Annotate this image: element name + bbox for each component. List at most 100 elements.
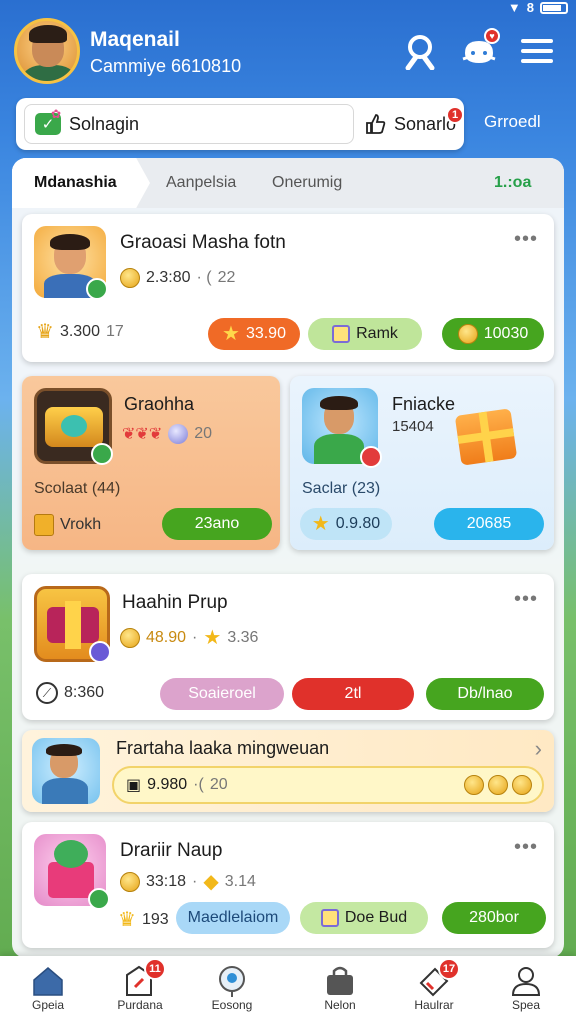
more-icon[interactable]: ••• [514,588,538,611]
search-input[interactable]: ✓ ✿ Solnagin [24,104,354,144]
star-icon: ★ [311,513,330,535]
gift-icon [454,408,518,466]
box-icon [320,909,339,927]
group-link[interactable]: Grroedl [484,112,541,132]
card-action-3[interactable]: 10030 [442,318,544,350]
card-action-3[interactable]: Db/lnao [426,678,544,710]
ticket-icon: ▣ [126,777,142,794]
card-price: 48.90 [146,629,187,646]
card-action-1[interactable]: ★ 33.90 [208,318,300,350]
nav-item-profile[interactable]: Spea [486,956,566,1024]
coin-icon [120,268,140,288]
card-secondary: 22 [217,269,236,286]
card-action-1[interactable]: Maedlelaiom [176,902,290,934]
bottom-tab-bar: Gpeia 11 Purdana Eosong Nelon 17 Haulrar… [0,956,576,1024]
nav-badge: 11 [144,958,166,980]
card-score: 8:360 [64,684,105,701]
tab-onerumig[interactable]: Onerumig [272,158,342,208]
app-header: Maqenail Cammiye 6610810 ♥ [0,12,576,88]
card-action-3[interactable]: 280bor [442,902,546,934]
star-icon: ★ [222,323,240,345]
card-action-1[interactable]: Soaieroel [160,678,284,710]
card-action-2[interactable]: Ramk [308,318,422,350]
promo-banner[interactable]: Frartaha laaka mingweuan › ▣ 9.980 ·(20 [22,730,554,812]
sort-badge: 1 [446,106,464,124]
username: Maqenail [90,28,180,51]
sort-button[interactable]: Sonarlo 1 [364,104,464,144]
card-score: 193 [141,911,169,928]
card-price: 33:18 [146,873,187,890]
coin-icon [120,872,140,892]
profile-icon [508,964,544,998]
nav-item-nelon[interactable]: Nelon [300,956,380,1024]
chest-thumbnail [34,388,113,465]
nav-item-eosong[interactable]: Eosong [192,956,272,1024]
chevron-right-icon[interactable]: › [535,736,542,762]
check-icon: ✓ ✿ [35,107,61,135]
nav-badge: 17 [438,958,460,980]
avatar-thumbnail [302,388,382,468]
search-bar: ✓ ✿ Solnagin Sonarlo 1 [16,98,464,150]
thumbs-up-icon [366,114,386,134]
avatar[interactable] [14,18,80,84]
gems-icon: ❦❦❦ [122,426,163,443]
bag-icon [322,964,358,998]
card-title: Drariir Naup [120,840,223,861]
card-title: Fniacke [392,394,456,414]
crown-icon: ♛ [36,321,54,343]
card-title: Graoasi Masha fotn [120,232,286,253]
content-panel: Mdanashia Aanpelsia Onerumig 1.:oa Graoa… [12,158,564,958]
notifications-icon[interactable]: ♥ [458,28,500,72]
nav-item-home[interactable]: Gpeia [8,956,88,1024]
clock-icon: ⟋ [36,682,58,704]
feature-card-left[interactable]: Graohha ❦❦❦ 20 Scolaat (44) Vrokh 23ano [22,376,280,550]
banner-thumbnail [32,738,100,804]
card-tag: Vrokh [60,516,102,533]
banner-field[interactable]: ▣ 9.980 ·(20 [112,766,544,804]
card-score: 3.300 [59,323,100,340]
card-action-2[interactable]: Doe Bud [300,902,428,934]
card-rating: 20 [194,425,213,442]
card-price: 2.3:80 [146,269,191,286]
card-subtitle: Saclar (23) [302,480,381,497]
nav-item-purdana[interactable]: 11 Purdana [100,956,180,1024]
search-input-value: Solnagin [69,113,140,134]
star-icon: ◆ [203,871,219,893]
tabs-right-action[interactable]: 1.:oa [494,158,531,208]
list-card-3[interactable]: Drariir Naup 33:18 · ◆ 3.14 ••• ♛ 193 Mae… [22,822,554,948]
star-icon: ★ [203,627,222,649]
coin-icon [457,324,478,344]
tag-icon: 11 [122,958,166,998]
list-card-1[interactable]: Graoasi Masha fotn 2.3:80 · (22 ••• ♛ 3.… [22,214,554,362]
gift-thumbnail [34,834,110,910]
chest-thumbnail [34,586,111,663]
home-icon [30,964,66,998]
tab-aanpelsia[interactable]: Aanpelsia [166,158,236,208]
notifications-badge: ♥ [484,28,500,44]
more-icon[interactable]: ••• [514,228,538,251]
tab-mdanashia[interactable]: Mdanashia [12,158,150,208]
feature-card-right[interactable]: Fniacke 15404 Saclar (23) ★ 0.9.80 20685 [290,376,554,550]
feature-right-button[interactable]: 20685 [434,508,544,540]
banner-title: Frartaha laaka mingweuan [116,738,330,758]
card-subtitle: Scolaat (44) [34,480,121,497]
feature-right-chip[interactable]: ★ 0.9.80 [300,508,392,540]
user-subline: Cammiye 6610810 [90,56,242,76]
coin-icon [120,628,140,648]
ticket-icon: 17 [416,958,460,998]
feature-left-button[interactable]: 23ano [162,508,272,540]
search-icon[interactable] [398,30,440,72]
card-sub: 15404 [392,418,434,435]
card-thumbnail [34,226,108,300]
orb-icon [168,424,189,444]
menu-icon[interactable] [516,30,558,72]
chip-icon [34,514,54,536]
list-card-2[interactable]: Haahin Prup 48.90 · ★ 3.36 ••• ⟋ 8:360 So… [22,574,554,720]
nav-item-haulrar[interactable]: 17 Haulrar [394,956,474,1024]
card-title: Haahin Prup [122,592,228,613]
card-action-2[interactable]: 2tl [292,678,414,710]
tab-bar: Mdanashia Aanpelsia Onerumig 1.:oa [12,158,564,208]
more-icon[interactable]: ••• [514,836,538,859]
coins-icon [464,775,532,795]
card-title: Graohha [124,394,195,414]
